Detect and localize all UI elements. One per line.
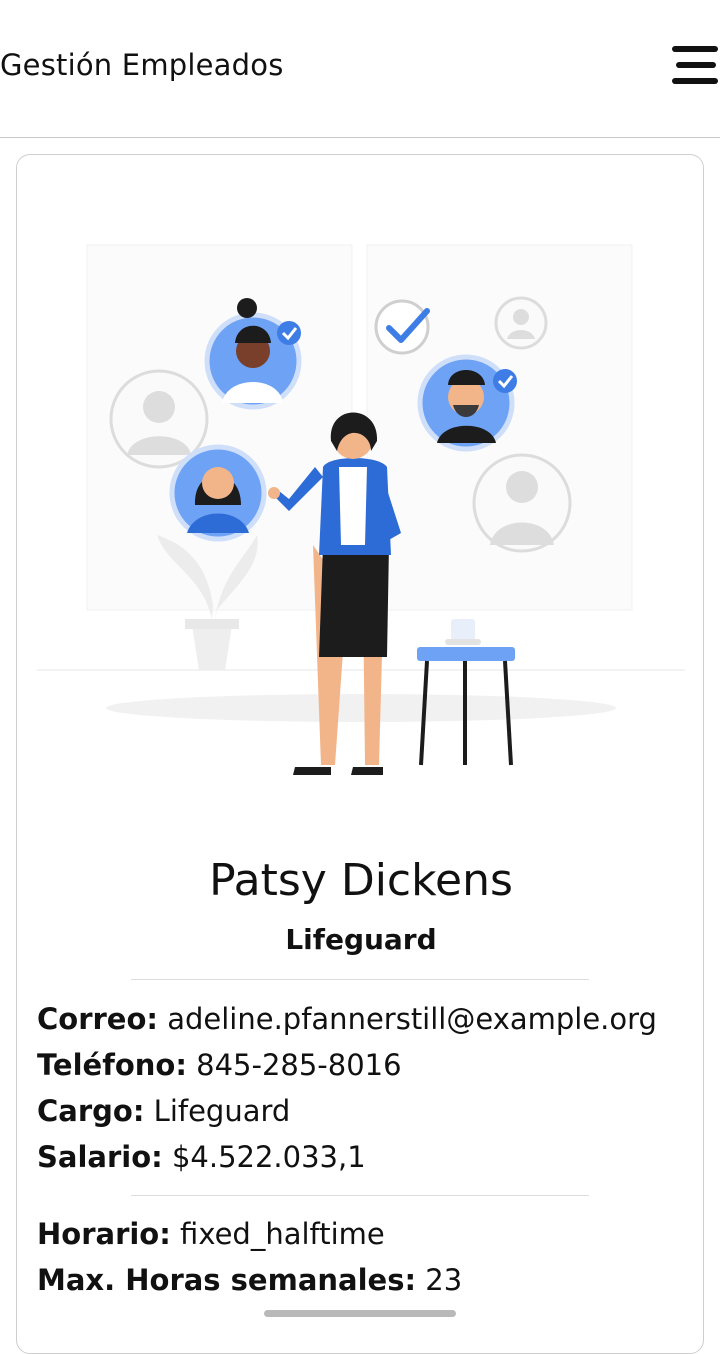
employee-card: Patsy Dickens Lifeguard Correo: adeline.… (16, 154, 704, 1354)
phone-value: 845-285-8016 (196, 1048, 402, 1082)
home-indicator[interactable] (264, 1310, 456, 1317)
position-value: Lifeguard (153, 1094, 291, 1128)
detail-label: Cargo: (37, 1094, 145, 1128)
detail-label: Salario: (37, 1140, 163, 1174)
detail-row-email: Correo: adeline.pfannerstill@example.org (37, 996, 657, 1042)
detail-row-salary: Salario: $4.522.033,1 (37, 1134, 657, 1180)
detail-label: Max. Horas semanales: (37, 1263, 417, 1297)
detail-row-max-hours: Max. Horas semanales: 23 (37, 1257, 462, 1303)
divider (131, 1195, 589, 1196)
divider (131, 979, 589, 980)
employee-role: Lifeguard (285, 923, 437, 956)
top-app-bar: Gestión Empleados (0, 0, 720, 138)
app-title: Gestión Empleados (0, 48, 284, 82)
menu-line (672, 46, 718, 52)
max-hours-value: 23 (425, 1263, 463, 1297)
detail-row-position: Cargo: Lifeguard (37, 1088, 657, 1134)
email-value: adeline.pfannerstill@example.org (167, 1002, 657, 1036)
team-management-illustration (37, 244, 685, 775)
schedule-value: fixed_halftime (180, 1217, 385, 1251)
salary-value: $4.522.033,1 (171, 1140, 366, 1174)
menu-line (676, 62, 716, 68)
details-primary: Correo: adeline.pfannerstill@example.org… (37, 996, 657, 1180)
detail-label: Teléfono: (37, 1048, 187, 1082)
details-secondary: Horario: fixed_halftime Max. Horas seman… (37, 1211, 462, 1303)
menu-line (672, 78, 718, 84)
detail-label: Correo: (37, 1002, 158, 1036)
detail-row-schedule: Horario: fixed_halftime (37, 1211, 462, 1257)
hamburger-menu-icon[interactable] (670, 42, 720, 90)
detail-label: Horario: (37, 1217, 171, 1251)
detail-row-phone: Teléfono: 845-285-8016 (37, 1042, 657, 1088)
employee-name: Patsy Dickens (209, 855, 513, 906)
